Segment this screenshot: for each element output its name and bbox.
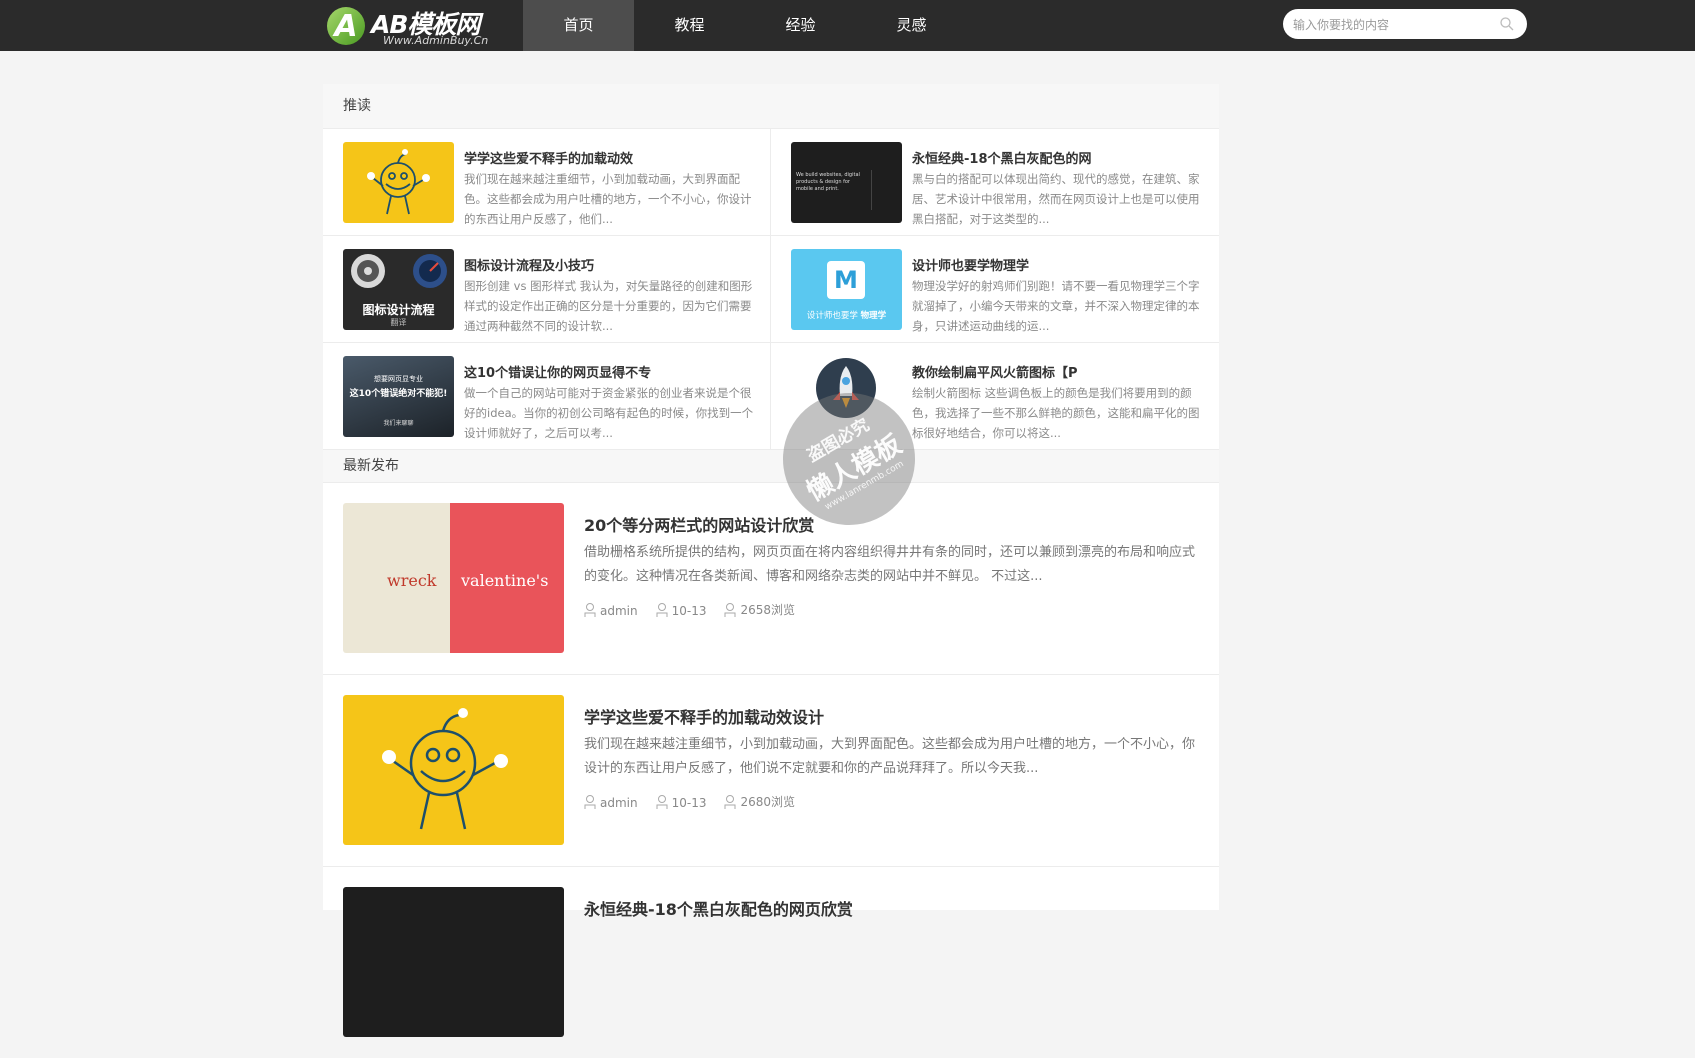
recommend-title[interactable]: 图标设计流程及小技巧	[464, 255, 754, 274]
nav-item-inspiration[interactable]: 灵感	[856, 0, 967, 51]
thumb-errors-top: 想要网页显专业	[374, 375, 423, 383]
thumb-physics-text: 设计师也要学	[806, 311, 858, 321]
thumb-wreck-text: wreck	[387, 571, 437, 590]
recommend-item[interactable]: 图标设计流程 翻译 图标设计流程及小技巧 图形创建 vs 图形样式 我认为，对矢…	[323, 236, 771, 343]
recommend-item[interactable]: 学学这些爱不释手的加载动效 我们现在越来越注重细节，小到加载动画，大到界面配色。…	[323, 129, 771, 236]
thumb-physics[interactable]: M 设计师也要学 物理学	[791, 249, 902, 330]
meta-views: 2680浏览	[724, 793, 795, 810]
recommend-desc: 做一个自己的网站可能对于资金紧张的创业者来说是个很好的idea。当你的初创公司略…	[464, 386, 754, 440]
thumb-yellow-juggler[interactable]	[343, 142, 454, 223]
search-input[interactable]	[1291, 13, 1495, 37]
post-desc: 我们现在越来越注重细节，小到加载动画，大到界面配色。这些都会成为用户吐槽的地方，…	[584, 737, 1196, 776]
clock-icon	[656, 603, 668, 617]
search-icon[interactable]	[1499, 16, 1515, 32]
recommend-title[interactable]: 这10个错误让你的网页显得不专	[464, 362, 754, 381]
post-meta: admin 10-13 2658浏览	[584, 601, 795, 618]
thumb-physics-bold: 物理学	[860, 311, 887, 321]
post-item[interactable]: 永恒经典-18个黑白灰配色的网页欣赏	[323, 867, 1219, 1058]
thumb-icon-design[interactable]: 图标设计流程 翻译	[343, 249, 454, 330]
section-heading-latest: 最新发布	[323, 450, 1219, 483]
thumb-valentine-text: valentine's	[461, 571, 549, 590]
thumb-dark-site[interactable]: We build websites, digital products & de…	[791, 142, 902, 223]
eye-icon	[724, 603, 736, 617]
clock-icon	[656, 795, 668, 809]
post-item[interactable]: wreck valentine's 20个等分两栏式的网站设计欣赏 借助栅格系统…	[323, 483, 1219, 675]
logo-badge: A	[327, 7, 365, 45]
search-box	[1283, 9, 1527, 39]
post-meta: admin 10-13 2680浏览	[584, 793, 795, 810]
recommend-desc: 物理没学好的射鸡师们别跑！请不要一看见物理学三个字就溜掉了，小编今天带来的文章，…	[912, 279, 1200, 333]
post-date: 10-13	[671, 796, 707, 810]
logo-subtext: Www.AdminBuy.Cn	[383, 34, 489, 47]
meta-author: admin	[584, 601, 638, 618]
post-title[interactable]: 20个等分两栏式的网站设计欣赏	[584, 512, 1204, 536]
logo-letter: A	[334, 9, 358, 44]
juggler-illustration	[367, 149, 430, 215]
user-icon	[584, 795, 596, 809]
post-title[interactable]: 学学这些爱不释手的加载动效设计	[584, 704, 1204, 728]
thumb-dark-text: We build websites, digital products & de…	[796, 172, 860, 192]
thumb-errors[interactable]: 想要网页显专业 这10个错误绝对不能犯! 我们来聊聊	[343, 356, 454, 437]
post-date: 10-13	[671, 604, 707, 618]
nav-item-tutorials[interactable]: 教程	[634, 0, 745, 51]
recommend-desc: 图形创建 vs 图形样式 我认为，对矢量路径的创建和图形样式的设定作出正确的区分…	[464, 279, 753, 333]
post-desc: 借助栅格系统所提供的结构，网页页面在将内容组织得井井有条的同时，还可以兼顾到漂亮…	[584, 545, 1196, 584]
nav-item-home[interactable]: 首页	[523, 0, 634, 51]
thumb-icon-title: 图标设计流程	[362, 303, 435, 317]
recommend-title[interactable]: 教你绘制扁平风火箭图标【P	[912, 362, 1202, 381]
meta-date: 10-13	[656, 601, 707, 618]
thumb-icon-sub: 翻译	[390, 318, 407, 327]
post-author[interactable]: admin	[600, 604, 638, 618]
top-navbar: A AB模板网 Www.AdminBuy.Cn 首页 教程 经验 灵感	[0, 0, 1695, 51]
recommend-grid: 学学这些爱不释手的加载动效 我们现在越来越注重细节，小到加载动画，大到界面配色。…	[323, 129, 1219, 450]
recommend-item[interactable]: We build websites, digital products & de…	[771, 129, 1219, 236]
thumb-physics-caption: 设计师也要学 物理学	[791, 309, 902, 321]
meta-date: 10-13	[656, 793, 707, 810]
recommend-title[interactable]: 设计师也要学物理学	[912, 255, 1202, 274]
thumb-m-badge: M	[827, 261, 865, 299]
post-views: 2680浏览	[740, 795, 796, 809]
post-item[interactable]: 学学这些爱不释手的加载动效设计 我们现在越来越注重细节，小到加载动画，大到界面配…	[323, 675, 1219, 867]
recommend-title[interactable]: 永恒经典-18个黑白灰配色的网	[912, 148, 1202, 167]
user-icon	[584, 603, 596, 617]
main-nav: 首页 教程 经验 灵感	[523, 0, 967, 51]
post-title[interactable]: 永恒经典-18个黑白灰配色的网页欣赏	[584, 896, 1204, 920]
recommend-item[interactable]: M 设计师也要学 物理学 设计师也要学物理学 物理没学好的射鸡师们别跑！请不要一…	[771, 236, 1219, 343]
thumb-dark-divider	[871, 170, 872, 210]
post-author[interactable]: admin	[600, 796, 638, 810]
recommend-desc: 我们现在越来越注重细节，小到加载动画，大到界面配色。这些都会成为用户吐槽的地方，…	[464, 172, 752, 226]
recommend-item[interactable]: 想要网页显专业 这10个错误绝对不能犯! 我们来聊聊 这10个错误让你的网页显得…	[323, 343, 771, 450]
thumb-errors-bottom: 我们来聊聊	[383, 420, 414, 427]
juggler-illustration	[382, 708, 508, 830]
section-heading-recommend: 推读	[323, 84, 1219, 129]
thumb-yellow-juggler-large[interactable]	[343, 695, 564, 845]
eye-icon	[724, 795, 736, 809]
post-views: 2658浏览	[740, 603, 796, 617]
recommend-desc: 黑与白的搭配可以体现出简约、现代的感觉，在建筑、家居、艺术设计中很常用，然而在网…	[912, 172, 1200, 226]
main-content: 推读 学学这些爱不释手的加载动效 我们现在越来越注重细节，小到加载动画，大到界面…	[323, 84, 1219, 1037]
meta-views: 2658浏览	[724, 601, 795, 618]
thumb-errors-text: 这10个错误绝对不能犯!	[349, 389, 448, 399]
recommend-desc: 绘制火箭图标 这些调色板上的颜色是我们将要用到的颜色，我选择了一些不那么鲜艳的颜…	[912, 386, 1200, 440]
thumb-wreck-valentine[interactable]: wreck valentine's	[343, 503, 564, 653]
recommend-title[interactable]: 学学这些爱不释手的加载动效	[464, 148, 754, 167]
nav-item-experience[interactable]: 经验	[745, 0, 856, 51]
site-logo[interactable]: A AB模板网 Www.AdminBuy.Cn	[327, 4, 503, 48]
meta-author: admin	[584, 793, 638, 810]
